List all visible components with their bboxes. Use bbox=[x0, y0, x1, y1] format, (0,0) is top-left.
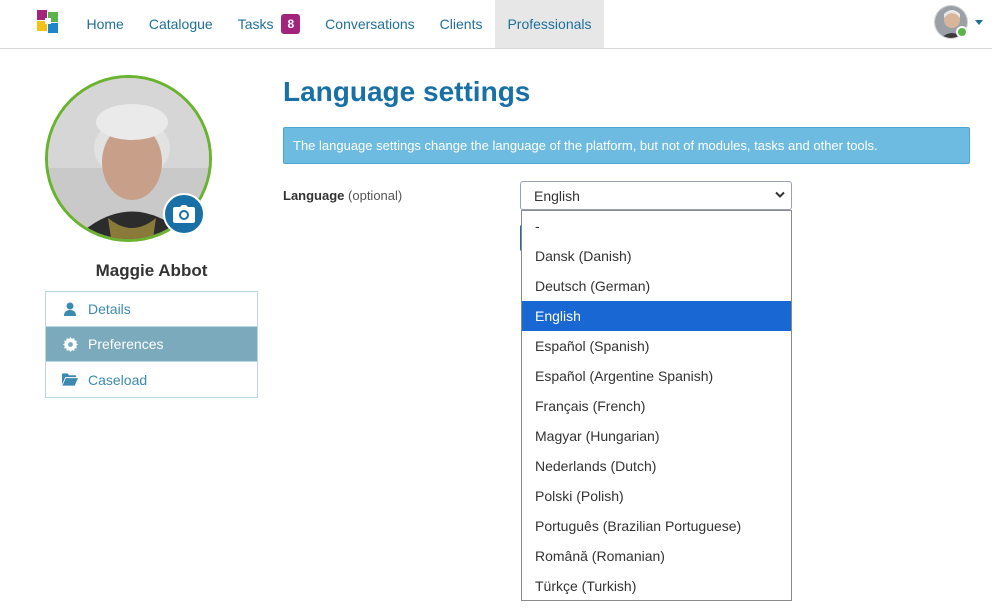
nav-tasks[interactable]: Tasks 8 bbox=[225, 0, 312, 48]
optional-hint: (optional) bbox=[348, 188, 403, 203]
side-item-label: Preferences bbox=[88, 336, 164, 352]
user-menu[interactable] bbox=[934, 5, 984, 39]
option-deutsch[interactable]: Deutsch (German) bbox=[522, 271, 791, 301]
option-dansk[interactable]: Dansk (Danish) bbox=[522, 241, 791, 271]
option-nederlands[interactable]: Nederlands (Dutch) bbox=[522, 451, 791, 481]
chevron-down-icon bbox=[975, 20, 983, 25]
info-alert-text: The language settings change the languag… bbox=[293, 138, 878, 153]
folder-open-icon bbox=[62, 372, 78, 388]
online-status-icon bbox=[956, 26, 968, 38]
side-item-caseload[interactable]: Caseload bbox=[46, 362, 257, 397]
info-alert: The language settings change the languag… bbox=[283, 127, 970, 164]
nav-professionals-label: Professionals bbox=[507, 16, 592, 32]
language-select[interactable]: English bbox=[520, 181, 792, 210]
side-item-label: Caseload bbox=[88, 371, 148, 388]
language-field-label: Language (optional) bbox=[283, 188, 402, 203]
profile-name: Maggie Abbot bbox=[95, 261, 208, 280]
side-item-details[interactable]: Details bbox=[46, 292, 257, 327]
option-polski[interactable]: Polski (Polish) bbox=[522, 481, 791, 511]
nav-catalogue-label: Catalogue bbox=[148, 16, 213, 32]
nav-clients-label: Clients bbox=[439, 16, 483, 32]
nav-tasks-label: Tasks bbox=[237, 16, 274, 32]
nav-home[interactable]: Home bbox=[74, 0, 136, 48]
main-nav: Home Catalogue Tasks 8 Conversations Clie… bbox=[74, 0, 605, 48]
language-label: Language bbox=[283, 188, 345, 203]
nav-catalogue[interactable]: Catalogue bbox=[136, 0, 225, 48]
tasks-count-badge: 8 bbox=[281, 14, 301, 34]
profile-side-menu: Details Preferences Caseload bbox=[45, 291, 258, 398]
language-select-value: English bbox=[534, 187, 580, 204]
top-navbar: Home Catalogue Tasks 8 Conversations Clie… bbox=[0, 0, 992, 49]
option-none[interactable]: - bbox=[522, 211, 791, 241]
option-english[interactable]: English bbox=[522, 301, 791, 331]
side-item-label: Details bbox=[88, 301, 131, 317]
change-photo-button[interactable] bbox=[163, 193, 205, 235]
nav-conversations-label: Conversations bbox=[325, 16, 415, 32]
side-item-preferences[interactable]: Preferences bbox=[46, 327, 257, 362]
app-logo[interactable] bbox=[36, 9, 60, 35]
option-espanol[interactable]: Español (Spanish) bbox=[522, 331, 791, 361]
camera-icon bbox=[173, 205, 195, 223]
option-turkce[interactable]: Türkçe (Turkish) bbox=[522, 571, 791, 600]
option-romana[interactable]: Română (Romanian) bbox=[522, 541, 791, 571]
page-title: Language settings bbox=[283, 76, 531, 107]
nav-professionals[interactable]: Professionals bbox=[494, 0, 605, 48]
nav-home-label: Home bbox=[86, 16, 124, 32]
option-espanol-argentine[interactable]: Español (Argentine Spanish) bbox=[522, 361, 791, 391]
option-francais[interactable]: Français (French) bbox=[522, 391, 791, 421]
nav-conversations[interactable]: Conversations bbox=[313, 0, 428, 48]
user-icon bbox=[62, 301, 78, 317]
gear-icon bbox=[62, 336, 78, 352]
option-magyar[interactable]: Magyar (Hungarian) bbox=[522, 421, 791, 451]
chevron-down-icon bbox=[775, 191, 785, 198]
language-dropdown-list: - Dansk (Danish) Deutsch (German) Englis… bbox=[521, 210, 792, 601]
nav-clients[interactable]: Clients bbox=[427, 0, 495, 48]
option-portugues[interactable]: Português (Brazilian Portuguese) bbox=[522, 511, 791, 541]
